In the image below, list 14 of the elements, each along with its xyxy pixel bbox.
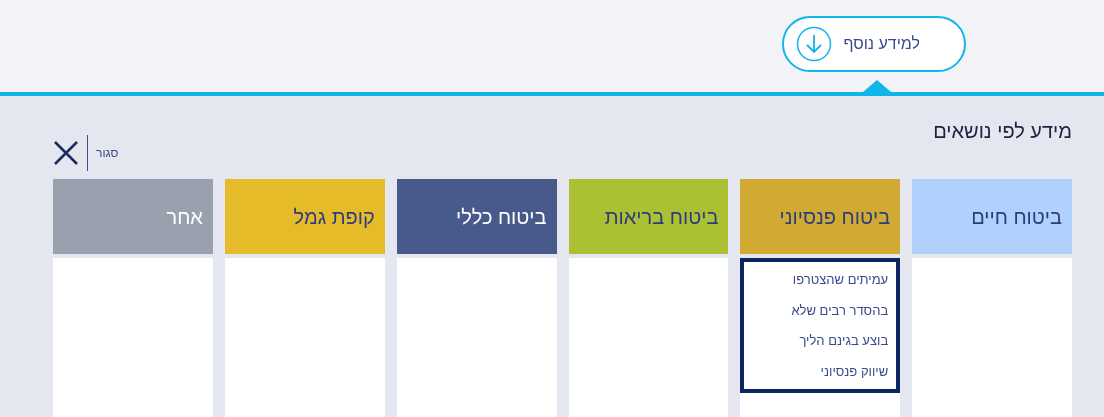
topic-tab[interactable]: קופת גמל xyxy=(224,179,385,254)
more-info-button[interactable]: למידע נוסף xyxy=(782,16,966,72)
pointer-icon xyxy=(863,80,891,92)
topic-tab[interactable]: ביטוח חיים xyxy=(912,179,1072,254)
topic-tab[interactable]: ביטוח בריאות xyxy=(568,179,729,254)
panel-title: מידע לפי נושאים xyxy=(933,119,1072,144)
topic-tab[interactable]: ביטוח כללי xyxy=(396,179,557,254)
close-icon[interactable] xyxy=(53,140,79,166)
topic-link[interactable]: בוצע בגינם הליך xyxy=(752,331,889,351)
topic-link[interactable]: עמיתים שהצטרפו xyxy=(752,270,889,290)
topic-link[interactable]: שיווק פנסיוני xyxy=(752,361,889,381)
topic-link[interactable]: בהסדר רבים שלא xyxy=(752,300,889,320)
close-label[interactable]: סגור xyxy=(96,144,119,162)
topic-tab[interactable]: ביטוח פנסיוני xyxy=(740,179,901,254)
